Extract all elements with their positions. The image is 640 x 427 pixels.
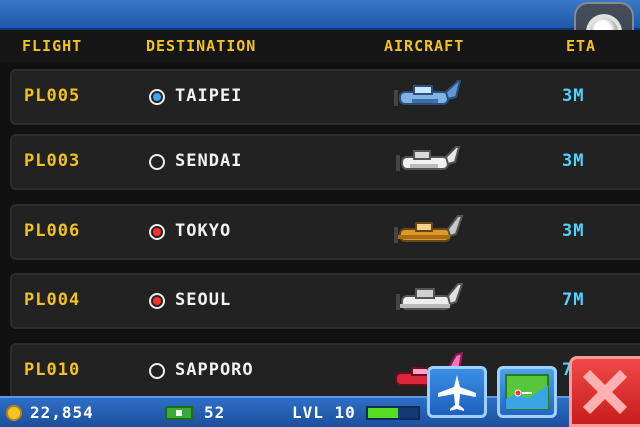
flight-code: PL004: [24, 290, 81, 310]
destination-dot-icon: [149, 89, 165, 105]
flight-code: PL003: [24, 151, 81, 171]
eta-value: 3M: [562, 86, 585, 106]
orange-propeller-plane-icon: [394, 215, 464, 250]
blue-propeller-plane-icon: [394, 80, 462, 113]
eta-value: 7M: [562, 290, 585, 310]
flight-row[interactable]: PL004 SEOUL 7M: [10, 273, 640, 329]
flight-code: PL006: [24, 221, 81, 241]
flight-row[interactable]: PL006 TOKYO 3M: [10, 204, 640, 260]
coin-icon: [6, 405, 22, 421]
flight-code: PL005: [24, 86, 81, 106]
eta-value: 3M: [562, 151, 585, 171]
eta-value: 3M: [562, 221, 585, 241]
destination-dot-icon: [149, 224, 165, 240]
destination-name: SENDAI: [175, 151, 243, 171]
xp-progress-fill: [368, 408, 398, 418]
bux-icon: [165, 406, 193, 420]
destination-name: SEOUL: [175, 290, 232, 310]
close-button[interactable]: [569, 356, 640, 427]
flight-row[interactable]: PL005 TAIPEI 3M: [10, 69, 640, 125]
destination-dot-icon: [149, 154, 165, 170]
flight-code: PL010: [24, 360, 81, 380]
flight-row[interactable]: PL003 SENDAI 3M: [10, 134, 640, 190]
white-propeller-plane-icon: [396, 146, 461, 178]
coins-count: 22,854: [30, 403, 94, 422]
destination-name: SAPPORO: [175, 360, 254, 380]
destination-dot-icon: [149, 363, 165, 379]
white-propeller-plane-icon: [396, 283, 464, 319]
bux-count: 52: [204, 403, 226, 422]
xp-progress-bar: [366, 406, 420, 420]
destination-name: TAIPEI: [175, 86, 243, 106]
map-button[interactable]: [497, 366, 557, 418]
level-label: LVL 10: [292, 403, 356, 422]
flights-button[interactable]: [427, 366, 487, 418]
destination-name: TOKYO: [175, 221, 232, 241]
close-icon: [582, 369, 628, 415]
header-aircraft: AIRCRAFT: [384, 37, 465, 55]
destination-dot-icon: [149, 293, 165, 309]
column-headers: FLIGHT DESTINATION AIRCRAFT ETA: [0, 30, 640, 62]
header-flight: FLIGHT: [22, 37, 83, 55]
header-destination: DESTINATION: [146, 37, 257, 55]
top-bar: [0, 0, 640, 30]
map-icon: [505, 374, 549, 410]
airplane-icon: [438, 375, 476, 411]
header-eta: ETA: [566, 37, 597, 55]
